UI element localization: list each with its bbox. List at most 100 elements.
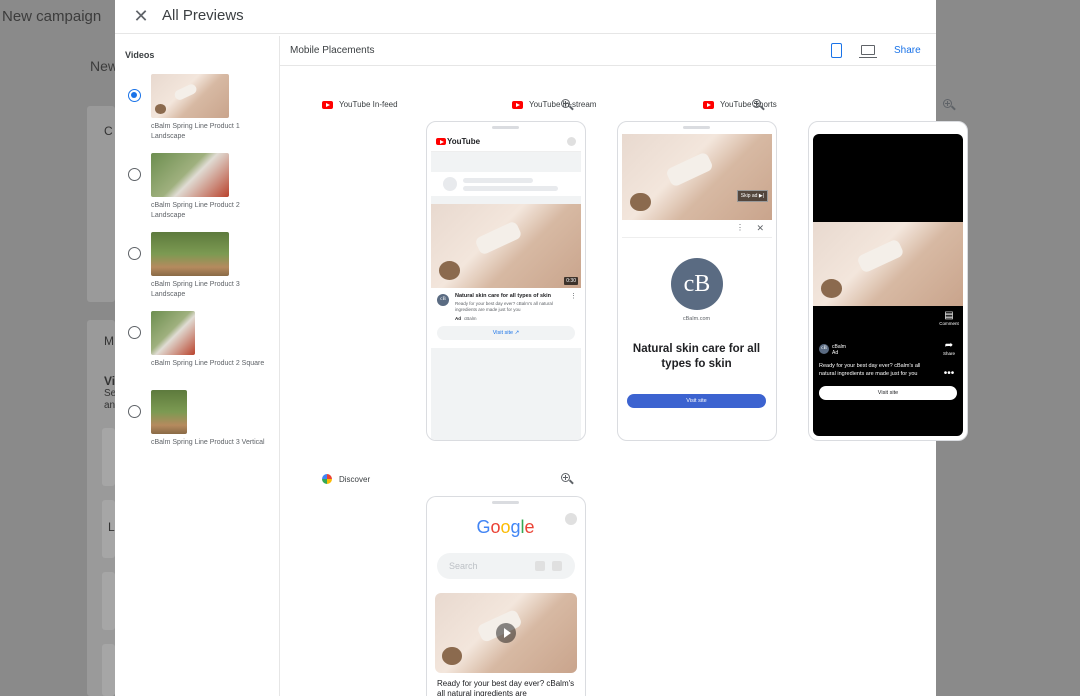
lens-icon: [535, 561, 545, 571]
account-icon: [567, 137, 576, 146]
video-name: cBalm Spring Line Product 3 Vertical: [151, 439, 265, 446]
video-option[interactable]: cBalm Spring Line Product 2 Landscape: [115, 153, 280, 229]
video-option[interactable]: cBalm Spring Line Product 2 Square: [115, 311, 280, 387]
video-name: cBalm Spring Line Product 1 Landscape: [151, 123, 240, 140]
ad-video-player[interactable]: [813, 222, 963, 306]
advertiser-name: cBalm: [464, 316, 477, 321]
preview-label-text: YouTube In-stream: [529, 100, 597, 109]
account-icon: [565, 513, 577, 525]
youtube-icon: [322, 100, 333, 109]
youtube-icon: [512, 100, 523, 109]
video-name: cBalm Spring Line Product 2 Landscape: [151, 202, 240, 219]
background-thumb: [102, 428, 115, 486]
radio-button[interactable]: [128, 168, 141, 181]
phone-preview-discover: Google Search Ready for your best day ev…: [426, 496, 586, 696]
more-vert-icon[interactable]: ⋮: [736, 223, 744, 232]
skip-ad-button[interactable]: Skip ad ▶|: [736, 190, 768, 202]
background-letter: M: [104, 334, 114, 348]
background-letter: C: [104, 124, 113, 138]
video-thumbnail: [151, 390, 187, 434]
campaign-title: New campaign: [2, 8, 102, 25]
ad-description: Ready for your best day ever? cBalm's al…: [455, 301, 553, 312]
dialog-title: All Previews: [162, 7, 244, 24]
advertiser-info: cBalm Ad: [832, 344, 846, 356]
preview-label-text: YouTube In-feed: [339, 100, 398, 109]
shorts-comment[interactable]: ▤ Comment: [938, 310, 960, 326]
video-list: Videos cBalm Spring Line Product 1 Lands…: [115, 36, 280, 696]
youtube-icon: [703, 100, 714, 109]
visit-site-label: Visit site: [492, 330, 514, 336]
video-thumbnail: [151, 74, 229, 118]
shorts-share[interactable]: ➦ Share: [938, 340, 960, 356]
preview-label-text: Discover: [339, 474, 371, 484]
preview-label-in-stream: YouTube In-stream: [512, 100, 596, 109]
desktop-icon[interactable]: [859, 45, 877, 58]
skip-ad-label: Skip ad: [740, 193, 758, 199]
play-icon[interactable]: [496, 623, 516, 643]
video-thumbnail: [151, 311, 195, 355]
visit-site-button[interactable]: Visit site: [627, 394, 766, 408]
search-input[interactable]: Search: [437, 553, 575, 579]
radio-button[interactable]: [128, 247, 141, 260]
brand-avatar: cB: [437, 294, 449, 306]
radio-button[interactable]: [128, 326, 141, 339]
radio-button[interactable]: [128, 405, 141, 418]
zoom-in-icon[interactable]: [943, 99, 956, 111]
companion-controls: ⋮ ✕: [622, 220, 772, 238]
placements-title: Mobile Placements: [290, 45, 375, 56]
videos-label: Videos: [125, 50, 155, 60]
video-option[interactable]: cBalm Spring Line Product 3 Vertical: [115, 390, 280, 466]
close-icon[interactable]: ✕: [131, 6, 151, 26]
background-letter: L: [108, 520, 115, 534]
mic-icon: [552, 561, 562, 571]
share-icon: ➦: [944, 340, 954, 351]
video-thumbnail: [151, 232, 229, 276]
skeleton-avatar: [443, 177, 457, 191]
skeleton-row: [431, 172, 581, 196]
brand-avatar: cB: [819, 344, 829, 354]
brand-logo: cB: [671, 258, 723, 310]
ad-badge: Ad: [455, 316, 461, 321]
ad-headline: Natural skin care for all types of skin: [455, 293, 551, 299]
youtube-logo: YouTube: [436, 137, 480, 146]
youtube-app-bar: YouTube: [431, 132, 581, 152]
video-name: cBalm Spring Line Product 3 Landscape: [151, 281, 240, 298]
background-letter: an: [104, 400, 116, 411]
more-vert-icon[interactable]: ⋮: [570, 292, 577, 300]
visit-site-button[interactable]: Visit site: [819, 386, 957, 400]
background-thumb: [102, 572, 115, 630]
share-button[interactable]: Share: [894, 45, 921, 56]
comment-label: Comment: [939, 321, 959, 326]
mobile-icon[interactable]: [831, 43, 842, 58]
google-logo: Google: [476, 517, 535, 537]
close-icon[interactable]: ✕: [756, 223, 764, 234]
ad-headline: Natural skin care for all types fo skin: [632, 343, 761, 370]
ad-description: Ready for your best day ever? cBalm's al…: [437, 679, 575, 696]
video-option[interactable]: cBalm Spring Line Product 1 Landscape: [115, 74, 280, 150]
phone-preview-shorts: ▤ Comment ➦ Share ••• cB cBalm Ad Ready …: [808, 121, 968, 441]
youtube-icon: [436, 138, 446, 145]
more-horiz-icon: •••: [943, 368, 955, 379]
ad-video-thumbnail[interactable]: 0:30: [431, 204, 581, 288]
ad-badge: Ad: [832, 350, 839, 356]
phone-notch: [492, 126, 519, 129]
shorts-more[interactable]: •••: [938, 368, 960, 379]
ad-attribution: Ad cBalm: [455, 316, 477, 321]
video-option[interactable]: cBalm Spring Line Product 3 Landscape: [115, 232, 280, 308]
visit-site-button[interactable]: Visit site ↗: [437, 326, 575, 340]
shorts-advertiser: cB cBalm Ad: [819, 344, 846, 356]
placements-header: Mobile Placements Share: [280, 36, 936, 66]
ad-video-thumbnail[interactable]: [435, 593, 577, 673]
brand-url: cBalm.com: [682, 316, 711, 322]
skeleton-line: [463, 178, 533, 183]
ad-video-player[interactable]: Skip ad ▶|: [622, 134, 772, 220]
preview-label-shorts: YouTube Shorts: [703, 100, 777, 109]
share-label: Share: [942, 351, 955, 356]
background-subtitle: New: [90, 58, 119, 74]
dialog-header: ✕ All Previews: [115, 0, 936, 34]
radio-button[interactable]: [128, 89, 141, 102]
preview-label-discover: Discover: [322, 474, 370, 484]
preview-label-in-feed: YouTube In-feed: [322, 100, 398, 109]
zoom-in-icon[interactable]: [561, 473, 574, 485]
youtube-logo-text: YouTube: [447, 137, 481, 146]
